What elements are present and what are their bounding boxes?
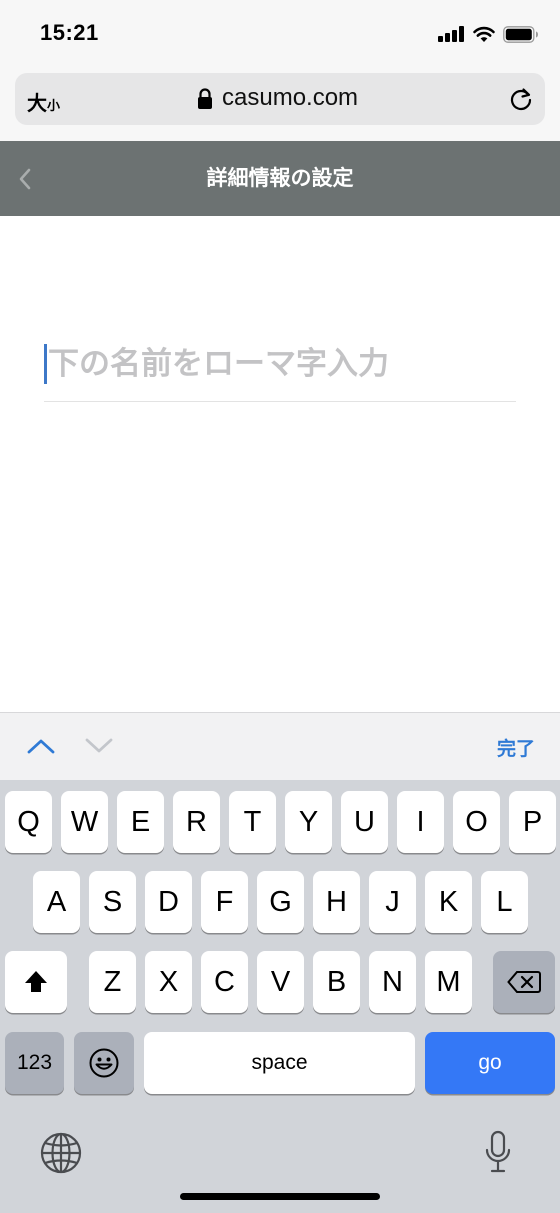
key-s[interactable]: S	[89, 871, 136, 933]
reload-icon[interactable]	[508, 86, 534, 112]
key-f[interactable]: F	[201, 871, 248, 933]
key-v[interactable]: V	[257, 951, 304, 1013]
done-button[interactable]: 完了	[497, 734, 535, 761]
space-key[interactable]: space	[144, 1032, 415, 1094]
key-e[interactable]: E	[117, 791, 164, 853]
key-o[interactable]: O	[453, 791, 500, 853]
key-h[interactable]: H	[313, 871, 360, 933]
key-w[interactable]: W	[61, 791, 108, 853]
key-b[interactable]: B	[313, 951, 360, 1013]
key-g[interactable]: G	[257, 871, 304, 933]
globe-icon[interactable]	[40, 1132, 82, 1174]
key-c[interactable]: C	[201, 951, 248, 1013]
key-y[interactable]: Y	[285, 791, 332, 853]
form-area	[0, 216, 560, 712]
keyboard-accessory-bar: 完了	[0, 712, 560, 780]
key-j[interactable]: J	[369, 871, 416, 933]
key-l[interactable]: L	[481, 871, 528, 933]
text-size-button[interactable]: 大小	[27, 87, 60, 116]
status-time: 15:21	[40, 20, 99, 45]
shift-icon	[25, 971, 47, 992]
emoji-icon	[89, 1048, 119, 1078]
home-indicator	[180, 1193, 380, 1200]
key-r[interactable]: R	[173, 791, 220, 853]
text-size-small-label: 小	[47, 98, 61, 113]
key-u[interactable]: U	[341, 791, 388, 853]
chevron-up-icon[interactable]	[26, 735, 56, 757]
first-name-field	[44, 334, 516, 402]
browser-toolbar: 大小 casumo.com	[0, 66, 560, 141]
key-a[interactable]: A	[33, 871, 80, 933]
key-m[interactable]: M	[425, 951, 472, 1013]
status-bar: 15:21	[0, 0, 560, 66]
shift-key[interactable]	[5, 951, 67, 1013]
chevron-down-icon[interactable]	[84, 735, 114, 757]
address-bar[interactable]: 大小 casumo.com	[15, 73, 545, 125]
text-caret	[44, 344, 47, 384]
keyboard: Q W E R T Y U I O P A S D F G H J K L Z …	[0, 780, 560, 1213]
text-size-large-label: 大	[27, 93, 47, 115]
first-name-input[interactable]	[48, 340, 508, 388]
backspace-key[interactable]	[493, 951, 555, 1013]
key-n[interactable]: N	[369, 951, 416, 1013]
lock-icon	[198, 88, 212, 109]
key-t[interactable]: T	[229, 791, 276, 853]
microphone-icon[interactable]	[484, 1130, 512, 1174]
key-x[interactable]: X	[145, 951, 192, 1013]
go-key[interactable]: go	[425, 1032, 555, 1094]
key-p[interactable]: P	[509, 791, 556, 853]
page-title: 詳細情報の設定	[206, 167, 354, 190]
key-k[interactable]: K	[425, 871, 472, 933]
cellular-signal-icon	[438, 26, 466, 42]
key-i[interactable]: I	[397, 791, 444, 853]
numbers-key[interactable]: 123	[5, 1032, 64, 1094]
emoji-key[interactable]	[74, 1032, 134, 1094]
key-z[interactable]: Z	[89, 951, 136, 1013]
page-header: 詳細情報の設定	[0, 141, 560, 216]
key-q[interactable]: Q	[5, 791, 52, 853]
wifi-icon	[473, 26, 495, 42]
url-text: casumo.com	[222, 84, 359, 111]
key-d[interactable]: D	[145, 871, 192, 933]
backspace-icon	[507, 971, 541, 993]
battery-icon	[503, 26, 538, 43]
